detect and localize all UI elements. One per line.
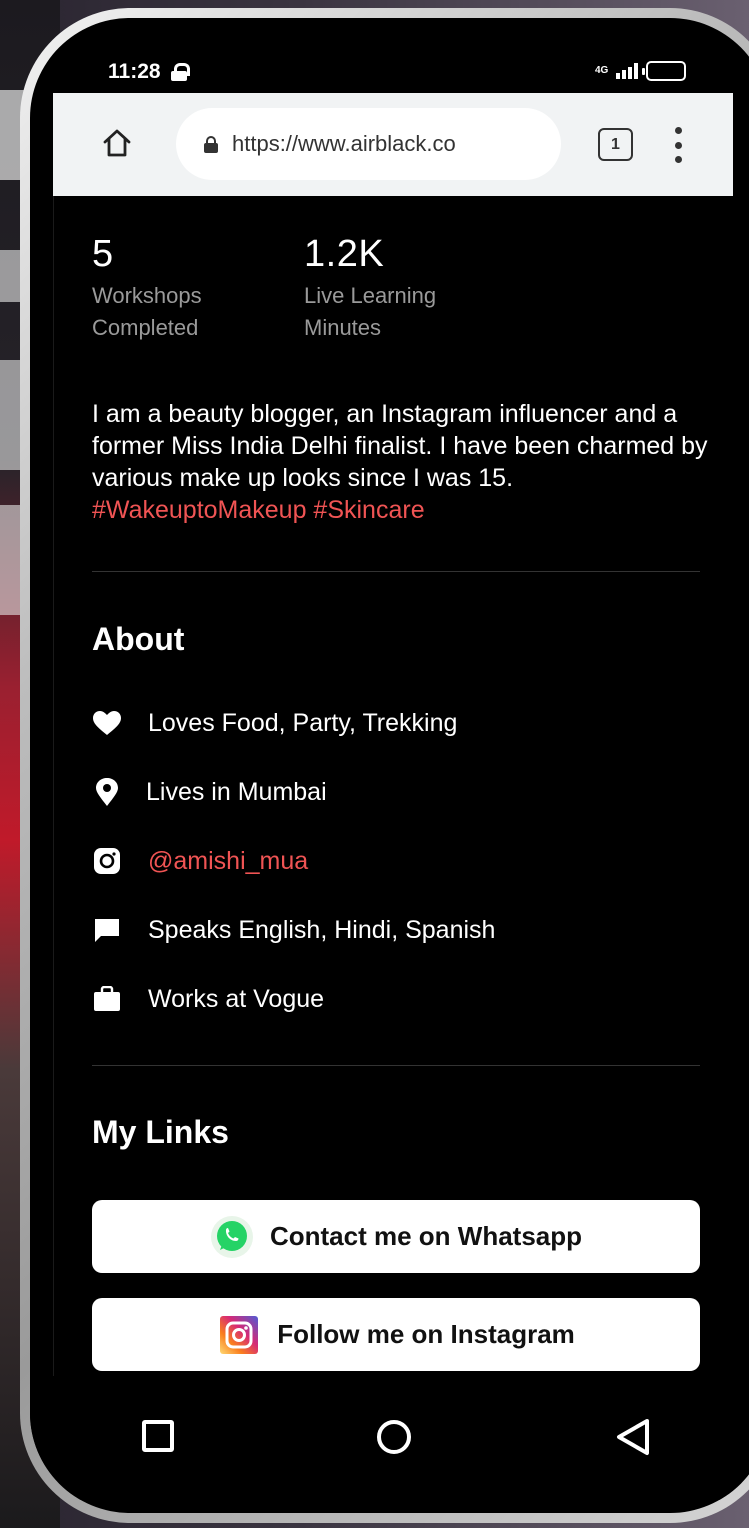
stat-workshops: 5 Workshops Completed <box>92 234 304 344</box>
about-item-text: Speaks English, Hindi, Spanish <box>148 915 496 944</box>
home-nav-icon[interactable] <box>377 1420 411 1454</box>
more-menu-icon[interactable] <box>673 127 683 163</box>
divider <box>92 1065 700 1066</box>
address-bar[interactable]: https://www.airblack.co <box>176 108 561 180</box>
profile-content: 5 Workshops Completed 1.2K Live Learning… <box>53 196 733 1376</box>
divider <box>92 571 700 572</box>
url-text: https://www.airblack.co <box>232 131 456 156</box>
android-nav-bar <box>30 1380 749 1500</box>
back-icon[interactable] <box>615 1417 651 1462</box>
about-item-location: Lives in Mumbai <box>92 777 327 807</box>
briefcase-icon <box>92 984 122 1014</box>
phone-screen: 11:28 4G https://www.airblack.co 1 5 Wor… <box>30 18 749 1513</box>
my-links-title: My Links <box>92 1114 229 1150</box>
background-card <box>0 360 22 470</box>
recent-apps-icon[interactable] <box>142 1420 174 1452</box>
battery-icon <box>642 61 687 81</box>
about-item-languages: Speaks English, Hindi, Spanish <box>92 915 495 945</box>
whatsapp-icon <box>210 1215 254 1259</box>
about-title: About <box>92 621 185 657</box>
bio-body: I am a beauty blogger, an Instagram infl… <box>92 400 708 492</box>
about-item-text: Lives in Mumbai <box>146 777 327 806</box>
about-item-interests: Loves Food, Party, Trekking <box>92 708 457 738</box>
stat-value: 1.2K <box>304 233 385 275</box>
stat-minutes: 1.2K Live Learning Minutes <box>304 234 516 344</box>
chat-icon <box>92 915 122 945</box>
about-item-text: Loves Food, Party, Trekking <box>148 708 458 737</box>
button-label: Contact me on Whatsapp <box>269 1221 582 1251</box>
button-label: Follow me on Instagram <box>277 1319 575 1349</box>
background-card <box>0 505 22 615</box>
stat-label: Live Learning Minutes <box>304 283 437 340</box>
secure-lock-icon <box>204 135 218 153</box>
stats-row: 5 Workshops Completed 1.2K Live Learning… <box>92 234 516 344</box>
bio-text: I am a beauty blogger, an Instagram infl… <box>92 398 712 526</box>
about-item-instagram[interactable]: @amishi_mua <box>92 846 308 876</box>
whatsapp-contact-button[interactable]: Contact me on Whatsapp <box>92 1200 700 1273</box>
stat-value: 5 <box>92 233 114 275</box>
stat-label: Workshops Completed <box>92 283 202 340</box>
instagram-icon <box>92 846 122 876</box>
background-card <box>0 250 22 302</box>
instagram-handle-link[interactable]: @amishi_mua <box>148 847 308 876</box>
time-text: 11:28 <box>108 60 161 83</box>
signal-icon <box>616 63 639 79</box>
status-bar: 11:28 4G <box>30 18 749 93</box>
bio-hashtags[interactable]: #WakeuptoMakeup #Skincare <box>92 496 425 524</box>
about-item-work: Works at Vogue <box>92 984 324 1014</box>
home-icon[interactable] <box>101 127 133 159</box>
about-item-text: Works at Vogue <box>148 984 325 1013</box>
heart-icon <box>92 708 122 738</box>
phone-frame: 11:28 4G https://www.airblack.co 1 5 Wor… <box>20 8 749 1523</box>
status-time: 11:28 <box>108 60 190 84</box>
tab-switcher-button[interactable]: 1 <box>598 128 633 161</box>
browser-toolbar: https://www.airblack.co 1 <box>53 93 733 196</box>
location-pin-icon <box>92 777 122 807</box>
network-type: 4G <box>595 65 609 76</box>
instagram-icon <box>217 1313 261 1357</box>
status-indicators: 4G <box>595 61 687 81</box>
lock-icon <box>170 63 190 81</box>
instagram-follow-button[interactable]: Follow me on Instagram <box>92 1298 700 1371</box>
